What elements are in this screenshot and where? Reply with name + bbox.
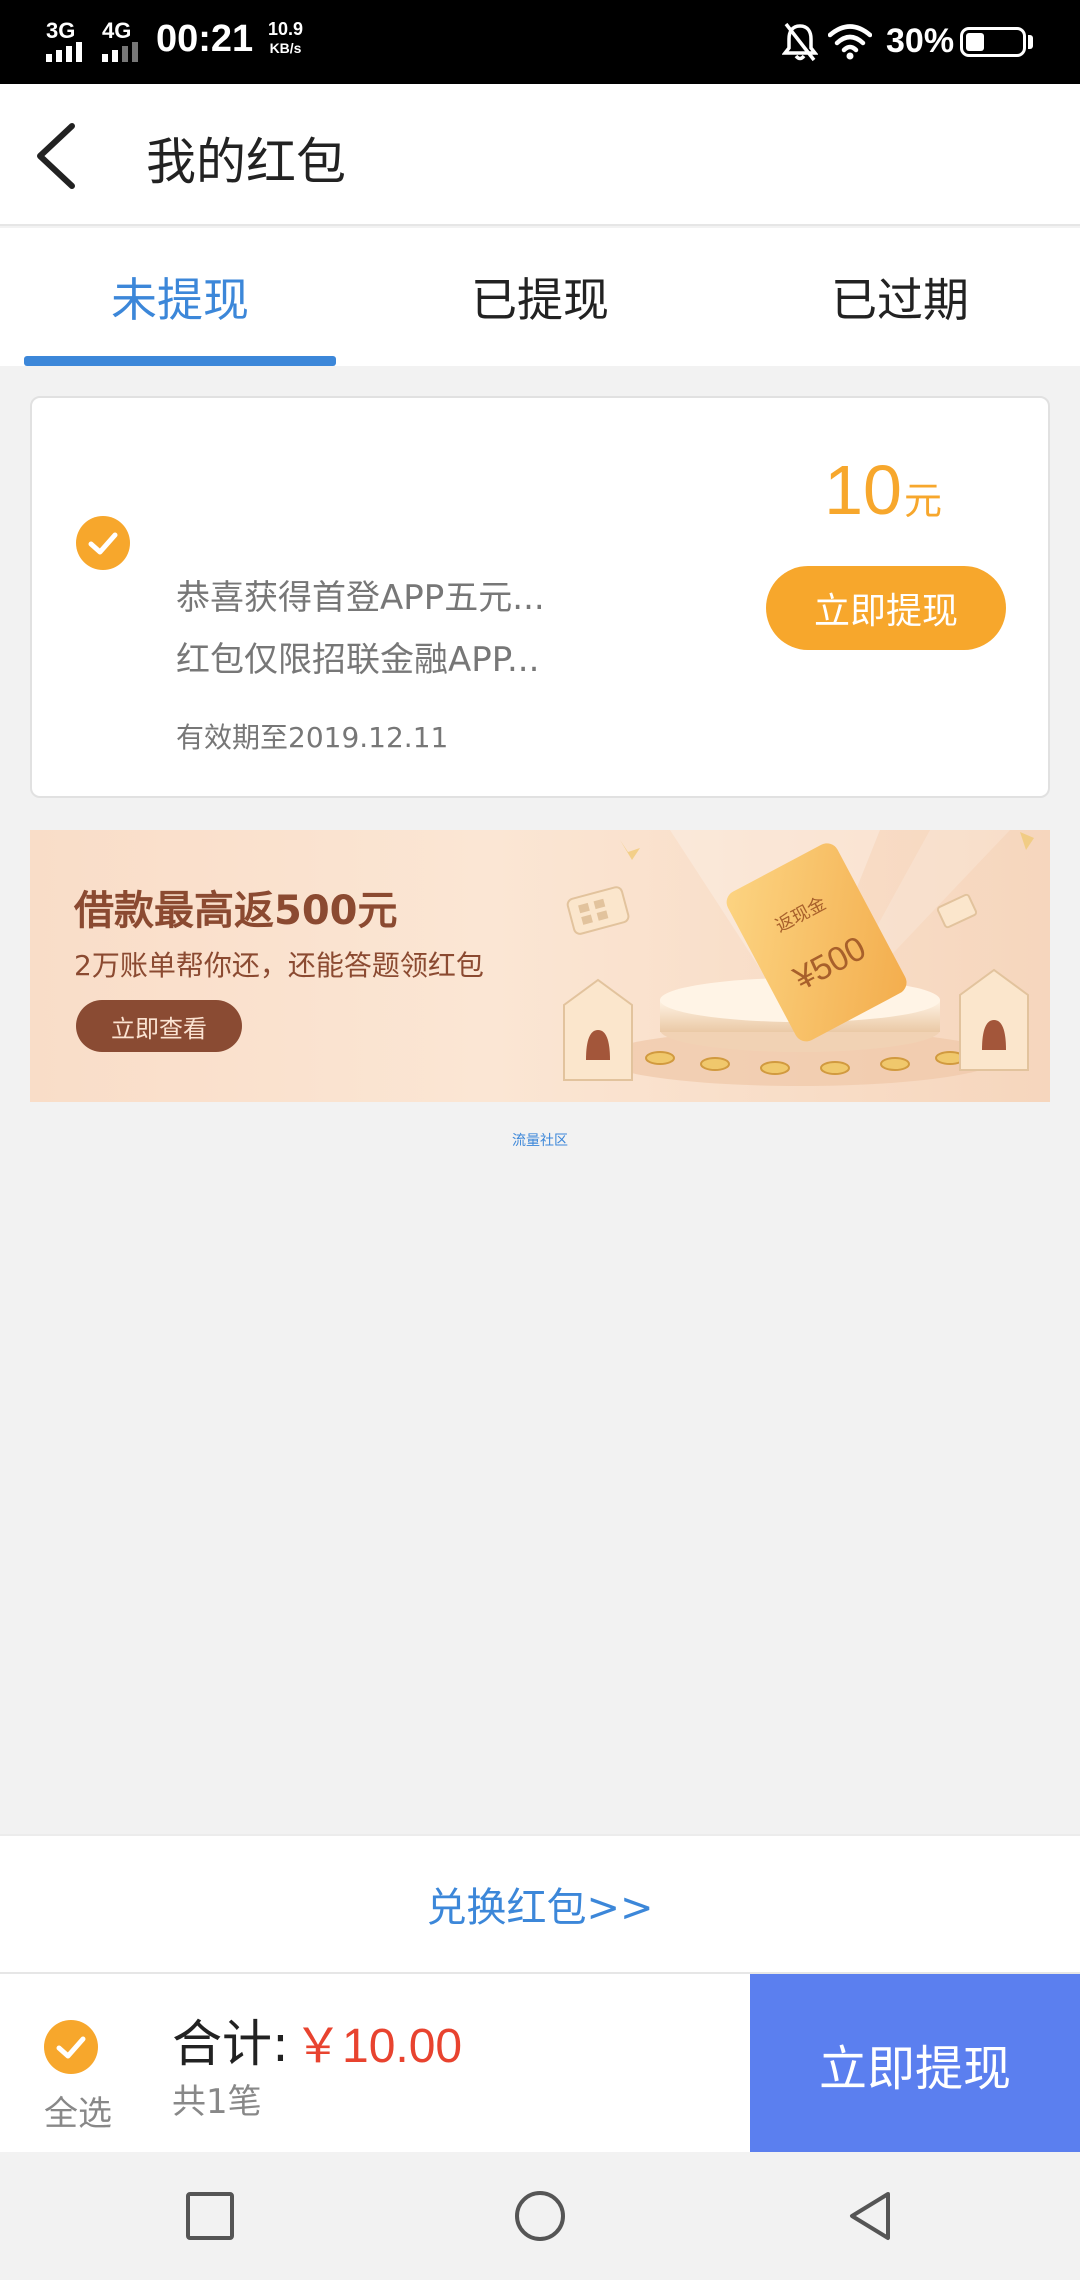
network-speed-value: 10.9	[268, 19, 304, 39]
packet-checkbox[interactable]	[76, 516, 130, 570]
banner-view-button[interactable]: 立即查看	[76, 1000, 242, 1052]
page-title: 我的红包	[146, 133, 346, 191]
packet-expiry: 有效期至2019.12.11	[176, 721, 449, 754]
signal-bars-1-icon	[46, 40, 82, 62]
banner-subtitle: 2万账单帮你还，还能答题领红包	[74, 949, 484, 982]
checkout-bar: 全选 合计: ￥10.00 共1笔 立即提现	[0, 1972, 1080, 2154]
exchange-packet-link[interactable]: 兑换红包>>	[0, 1834, 1080, 1972]
active-tab-indicator	[24, 356, 336, 366]
packet-amount-unit: 元	[903, 479, 942, 523]
red-packet-card: 10 元 恭喜获得首登APP五元... 红包仅限招联金融APP... 有效期至2…	[30, 396, 1050, 798]
battery-icon	[960, 27, 1026, 57]
select-all-label: 全选	[44, 2094, 112, 2134]
back-triangle-icon[interactable]	[842, 2188, 898, 2244]
checkmark-icon	[56, 2036, 86, 2059]
total-value: ￥10.00	[294, 2020, 463, 2073]
mute-bell-icon	[782, 22, 818, 62]
withdraw-all-button[interactable]: 立即提现	[750, 1974, 1080, 2154]
tab-bar: 未提现 已提现 已过期	[0, 228, 1080, 366]
status-bar: 3G 4G 00:21 10.9 KB/s 30%	[0, 0, 1080, 84]
battery-percent: 30%	[886, 22, 955, 60]
packet-description-2: 红包仅限招联金融APP...	[176, 640, 540, 680]
recent-apps-icon[interactable]	[182, 2188, 238, 2244]
wifi-icon	[828, 24, 872, 60]
count-label: 共1笔	[172, 2082, 262, 2122]
packet-amount: 10 元	[824, 450, 942, 530]
select-all-checkbox[interactable]	[44, 2020, 98, 2074]
tab-not-withdrawn[interactable]: 未提现	[0, 228, 360, 366]
banner-title: 借款最高返500元	[74, 888, 398, 934]
packet-amount-value: 10	[824, 451, 902, 529]
home-icon[interactable]	[512, 2188, 568, 2244]
back-arrow-icon[interactable]	[28, 120, 88, 190]
community-link[interactable]: 流量社区	[0, 1130, 1080, 1150]
checkmark-icon	[88, 532, 118, 555]
total-label: 合计:	[172, 2015, 289, 2073]
cashback-card-illustration: 返现金 ¥500	[563, 830, 1034, 1086]
battery-tip	[1028, 35, 1033, 49]
app-header: 我的红包	[0, 84, 1080, 226]
system-nav-bar	[0, 2152, 1080, 2280]
tab-withdrawn[interactable]: 已提现	[360, 228, 720, 366]
tab-expired[interactable]: 已过期	[720, 228, 1080, 366]
network-speed-unit: KB/s	[269, 40, 302, 56]
packet-description-1: 恭喜获得首登APP五元...	[176, 578, 545, 618]
signal-bars-2-icon	[102, 40, 138, 62]
packet-withdraw-button[interactable]: 立即提现	[766, 566, 1006, 650]
clock: 00:21	[156, 18, 254, 60]
network-speed: 10.9 KB/s	[268, 20, 303, 58]
promo-banner[interactable]: 借款最高返500元 2万账单帮你还，还能答题领红包 立即查看 返现金 ¥500	[30, 830, 1050, 1102]
